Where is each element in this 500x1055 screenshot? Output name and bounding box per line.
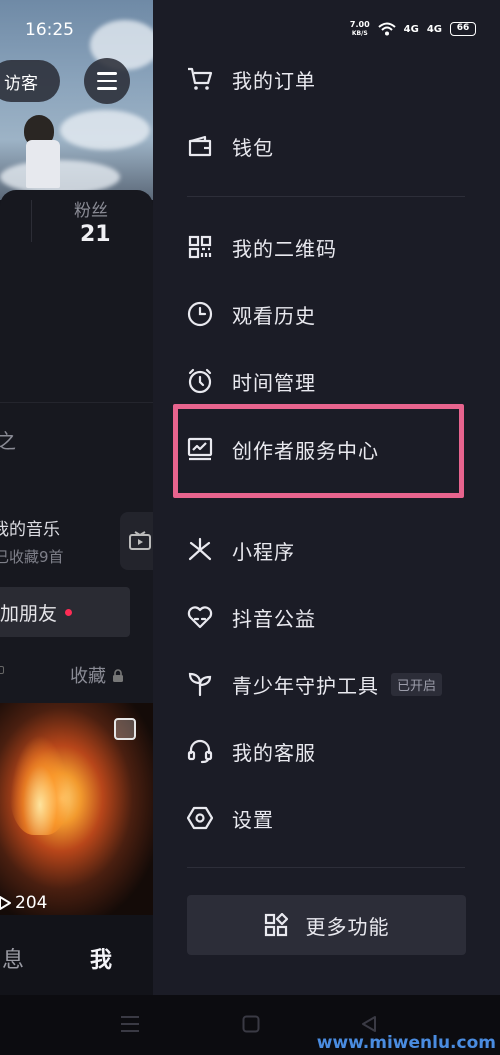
menu-label: 时间管理 (232, 370, 316, 395)
menu-item-history[interactable]: 观看历史 (186, 292, 316, 336)
status-badge: 已开启 (391, 672, 443, 696)
multi-image-icon (114, 718, 136, 740)
watermark: www.miwenlu.com (316, 1033, 496, 1053)
menu-label: 我的二维码 (232, 236, 337, 261)
collect-tab-label: 收藏 (70, 666, 106, 687)
clock-icon (186, 300, 214, 328)
play-count-value: 204 (15, 893, 48, 913)
visitor-button[interactable]: 访客 (0, 60, 60, 102)
more-features-button[interactable]: 更多功能 (187, 895, 466, 955)
menu-label: 钱包 (232, 135, 274, 160)
charity-heart-icon (186, 603, 214, 631)
mini-program-icon (186, 536, 214, 564)
qrcode-icon (186, 233, 214, 261)
add-friend-button[interactable]: 加朋友 (0, 587, 130, 637)
fans-count[interactable]: 21 (80, 222, 111, 247)
signal-icon: 4G (426, 23, 442, 35)
hamburger-menu-icon[interactable] (84, 58, 130, 104)
stat-divider (31, 200, 32, 242)
network-speed: 7.00 KB/S (349, 20, 370, 37)
battery-icon: 66 (450, 22, 476, 36)
fans-label: 粉丝 (74, 201, 108, 221)
menu-item-orders[interactable]: 我的订单 (186, 57, 316, 101)
home-icon[interactable] (242, 1015, 260, 1033)
headset-icon (186, 737, 214, 765)
tab-collections[interactable]: 收藏 (70, 662, 124, 688)
divider (0, 402, 153, 403)
settings-hexagon-icon (186, 804, 214, 832)
play-count: 204 (0, 893, 47, 913)
signal-icon: 4G (403, 23, 419, 35)
divider (187, 867, 465, 868)
my-music-subtitle: 已收藏9首 (0, 548, 64, 566)
status-time: 16:25 (25, 20, 74, 40)
play-icon (0, 896, 11, 910)
status-bar-right: 7.00 KB/S 4G 4G 66 (350, 20, 476, 38)
menu-item-mini-program[interactable]: 小程序 (186, 528, 295, 572)
tab-message[interactable]: 息 (2, 942, 24, 974)
divider (187, 196, 465, 197)
menu-item-settings[interactable]: 设置 (186, 796, 274, 840)
menu-item-charity[interactable]: 抖音公益 (186, 595, 316, 639)
menu-label: 抖音公益 (232, 606, 316, 631)
my-music-title[interactable]: 我的音乐 (0, 515, 60, 540)
alarm-icon (186, 367, 214, 395)
cover-figure-body (26, 140, 60, 188)
more-features-label: 更多功能 (305, 914, 390, 939)
menu-item-time-management[interactable]: 时间管理 (186, 359, 316, 403)
recent-apps-icon[interactable] (120, 1015, 140, 1033)
menu-label: 我的订单 (232, 68, 316, 93)
cart-icon (186, 65, 214, 93)
menu-label: 小程序 (232, 539, 295, 564)
menu-item-teen-protection[interactable]: 青少年守护工具 已开启 (186, 662, 443, 706)
menu-label: 观看历史 (232, 303, 316, 328)
notification-dot (65, 608, 73, 616)
lock-icon (0, 666, 4, 674)
add-friend-label: 加朋友 (0, 602, 58, 625)
menu-label: 青少年守护工具 (232, 673, 379, 698)
lock-icon (112, 669, 123, 682)
profile-background: 16:25 访客 粉丝 21 之 我的音乐 已收藏9首 加朋友 收藏 204 息… (0, 0, 153, 995)
wallet-icon (186, 132, 214, 160)
menu-label: 我的客服 (232, 740, 316, 765)
grid-apps-icon (264, 913, 288, 937)
back-icon[interactable] (360, 1015, 378, 1033)
menu-label: 设置 (232, 807, 274, 832)
sprout-icon (186, 670, 214, 698)
menu-item-customer-service[interactable]: 我的客服 (186, 729, 316, 773)
visitor-label: 访客 (4, 73, 38, 94)
highlight-annotation-box (173, 404, 464, 498)
tv-icon[interactable] (120, 512, 153, 570)
menu-item-qrcode[interactable]: 我的二维码 (186, 225, 337, 269)
wifi-icon (377, 22, 396, 36)
edit-hint: 之 (0, 429, 16, 453)
tab-me[interactable]: 我 (90, 942, 112, 974)
menu-item-wallet[interactable]: 钱包 (186, 124, 274, 168)
video-thumbnail-flame (10, 735, 70, 835)
